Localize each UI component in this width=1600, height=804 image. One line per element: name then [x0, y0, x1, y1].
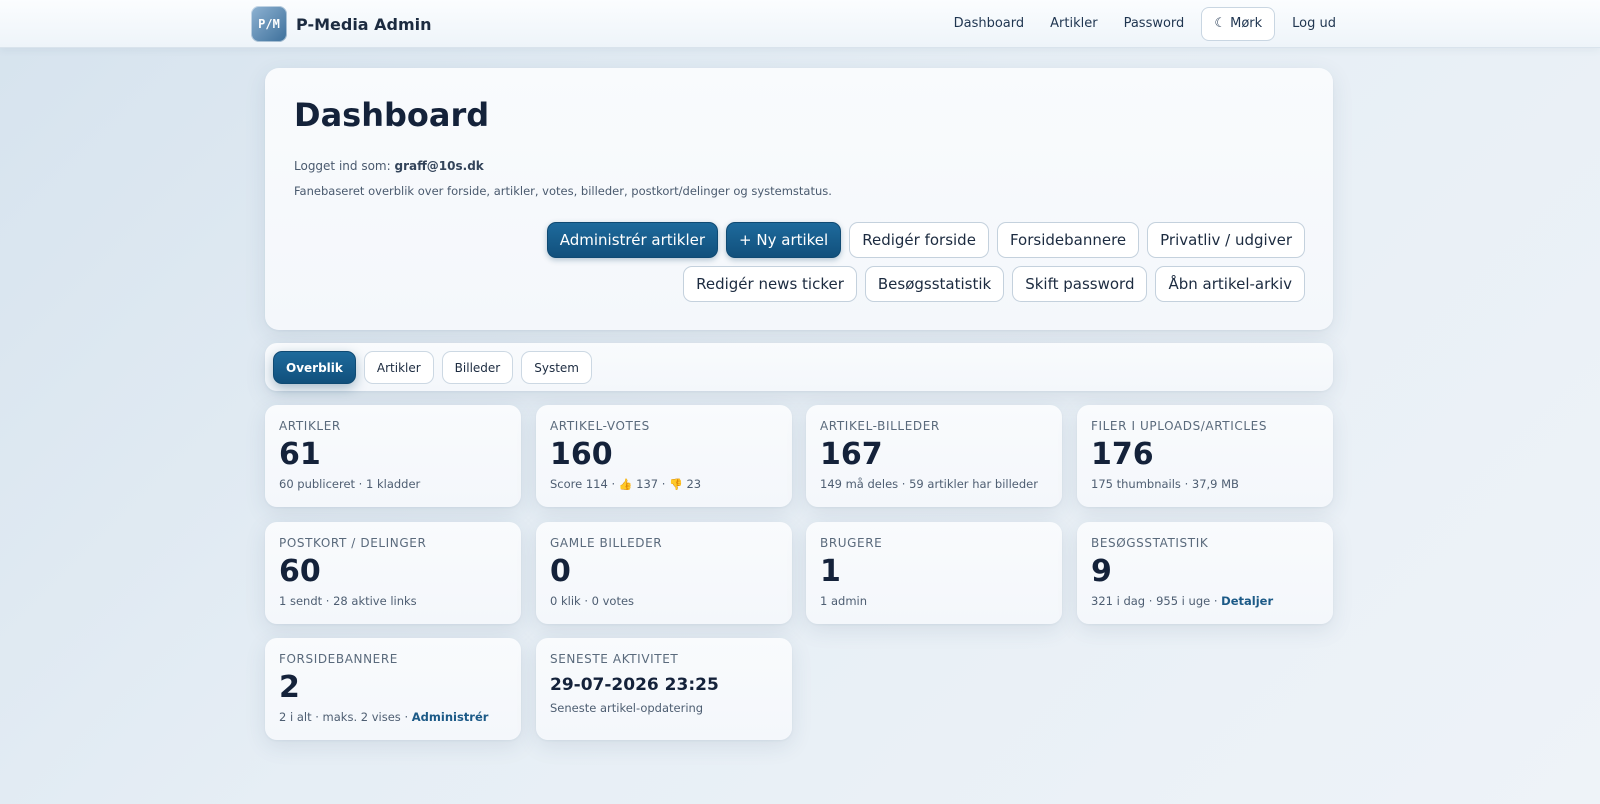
stat-value: 0 — [550, 554, 571, 589]
action-buttons: Administrér artikler + Ny artikel Redigé… — [365, 222, 1305, 302]
privacy-publisher-button[interactable]: Privatliv / udgiver — [1147, 222, 1305, 258]
nav-articles[interactable]: Artikler — [1050, 16, 1097, 31]
logged-in-user: graff@10s.dk — [394, 159, 484, 173]
tab-images[interactable]: Billeder — [441, 351, 514, 384]
stat-value: 61 — [279, 437, 321, 472]
manage-articles-button[interactable]: Administrér artikler — [546, 222, 719, 258]
stat-card-articles: Artikler 61 60 publiceret · 1 kladder — [265, 405, 521, 507]
dashboard-header-card: Dashboard Logget ind som: graff@10s.dk F… — [265, 68, 1333, 330]
stat-label: Seneste aktivitet — [550, 652, 679, 666]
logged-in-info: Logget ind som: graff@10s.dk — [294, 159, 484, 173]
stat-sub: 1 sendt · 28 aktive links — [279, 594, 417, 608]
dashboard-description: Fanebaseret overblik over forside, artik… — [294, 184, 832, 198]
dark-mode-toggle[interactable]: ☾ Mørk — [1201, 6, 1276, 41]
vote-score: Score 114 · — [550, 477, 616, 491]
tab-overview[interactable]: Overblik — [273, 351, 356, 384]
stat-sub: 2 i alt · maks. 2 vises · Administrér — [279, 710, 507, 724]
frontpage-banners-button[interactable]: Forsidebannere — [996, 222, 1140, 258]
logo-icon: P/M — [251, 6, 287, 42]
stat-value: 176 — [1091, 437, 1154, 472]
stat-label: Artikel-votes — [550, 419, 650, 433]
tab-bar: Overblik Artikler Billeder System — [265, 343, 1333, 391]
stat-sub: Seneste artikel-opdatering — [550, 701, 704, 715]
tab-system[interactable]: System — [521, 351, 592, 384]
nav-dashboard[interactable]: Dashboard — [954, 16, 1025, 31]
stat-sub: 175 thumbnails · 37,9 MB — [1091, 477, 1239, 491]
stat-sub: 0 klik · 0 votes — [550, 594, 635, 608]
new-article-button[interactable]: + Ny artikel — [726, 222, 842, 258]
stat-card-banners: Forsidebannere 2 2 i alt · maks. 2 vises… — [265, 638, 521, 740]
tab-articles[interactable]: Artikler — [363, 351, 434, 384]
stat-value: 160 — [550, 437, 613, 472]
stat-card-uploads: Filer i uploads/articles 176 175 thumbna… — [1077, 405, 1333, 507]
stat-label: Artikler — [279, 419, 341, 433]
thumbs-up-icon: 👍 — [618, 478, 633, 491]
stat-value: 60 — [279, 554, 321, 589]
thumbs-down-icon: 👎 — [669, 478, 683, 491]
vote-down-count: 23 — [686, 477, 702, 491]
stat-card-article-images: Artikel-billeder 167 149 må deles · 59 a… — [806, 405, 1062, 507]
stat-card-users: Brugere 1 1 admin — [806, 522, 1062, 624]
stat-label: Brugere — [820, 536, 883, 550]
stat-sub: 1 admin — [820, 594, 868, 608]
stat-value: 1 — [820, 554, 841, 589]
stat-sub: Score 114 · 👍 137 · 👎 23 — [550, 477, 778, 491]
stat-sub: 321 i dag · 955 i uge · Detaljer — [1091, 594, 1319, 608]
nav-logout[interactable]: Log ud — [1292, 16, 1336, 31]
brand-name: P-Media Admin — [296, 14, 432, 34]
stat-sub: 149 må deles · 59 artikler har billeder — [820, 477, 1038, 491]
stat-label: Gamle billeder — [550, 536, 663, 550]
stat-value: 29-07-2026 23:25 — [550, 675, 719, 695]
stat-label: Forsidebannere — [279, 652, 398, 666]
logged-in-label: Logget ind som: — [294, 159, 391, 173]
open-article-archive-button[interactable]: Åbn artikel-arkiv — [1155, 266, 1305, 302]
brand[interactable]: P/M P-Media Admin — [251, 6, 432, 42]
top-navbar: P/M P-Media Admin Dashboard Artikler Pas… — [0, 0, 1600, 48]
stat-card-votes: Artikel-votes 160 Score 114 · 👍 137 · 👎 … — [536, 405, 792, 507]
vote-up-count: 137 · — [636, 477, 666, 491]
stat-value: 167 — [820, 437, 883, 472]
banners-manage-link[interactable]: Administrér — [412, 710, 489, 724]
stat-card-postcards: Postkort / delinger 60 1 sendt · 28 akti… — [265, 522, 521, 624]
stat-card-latest-activity: Seneste aktivitet 29-07-2026 23:25 Senes… — [536, 638, 792, 740]
change-password-button[interactable]: Skift password — [1012, 266, 1148, 302]
stat-label: Besøgsstatistik — [1091, 536, 1209, 550]
stat-sub: 60 publiceret · 1 kladder — [279, 477, 421, 491]
stat-card-visits: Besøgsstatistik 9 321 i dag · 955 i uge … — [1077, 522, 1333, 624]
visit-statistics-button[interactable]: Besøgsstatistik — [864, 266, 1005, 302]
stat-label: Postkort / delinger — [279, 536, 427, 550]
stat-label: Filer i uploads/articles — [1091, 419, 1268, 433]
visits-summary: 321 i dag · 955 i uge · — [1091, 594, 1218, 608]
page-title: Dashboard — [294, 96, 490, 134]
visits-details-link[interactable]: Detaljer — [1221, 594, 1273, 608]
banners-summary: 2 i alt · maks. 2 vises · — [279, 710, 409, 724]
stat-value: 2 — [279, 670, 300, 705]
nav-password[interactable]: Password — [1124, 16, 1185, 31]
stat-card-old-images: Gamle billeder 0 0 klik · 0 votes — [536, 522, 792, 624]
tabs: Overblik Artikler Billeder System — [273, 351, 592, 384]
stat-value: 9 — [1091, 554, 1112, 589]
main-nav: Dashboard Artikler Password ☾ Mørk Log u… — [954, 6, 1336, 41]
edit-frontpage-button[interactable]: Redigér forside — [849, 222, 989, 258]
stat-label: Artikel-billeder — [820, 419, 940, 433]
edit-news-ticker-button[interactable]: Redigér news ticker — [683, 266, 857, 302]
